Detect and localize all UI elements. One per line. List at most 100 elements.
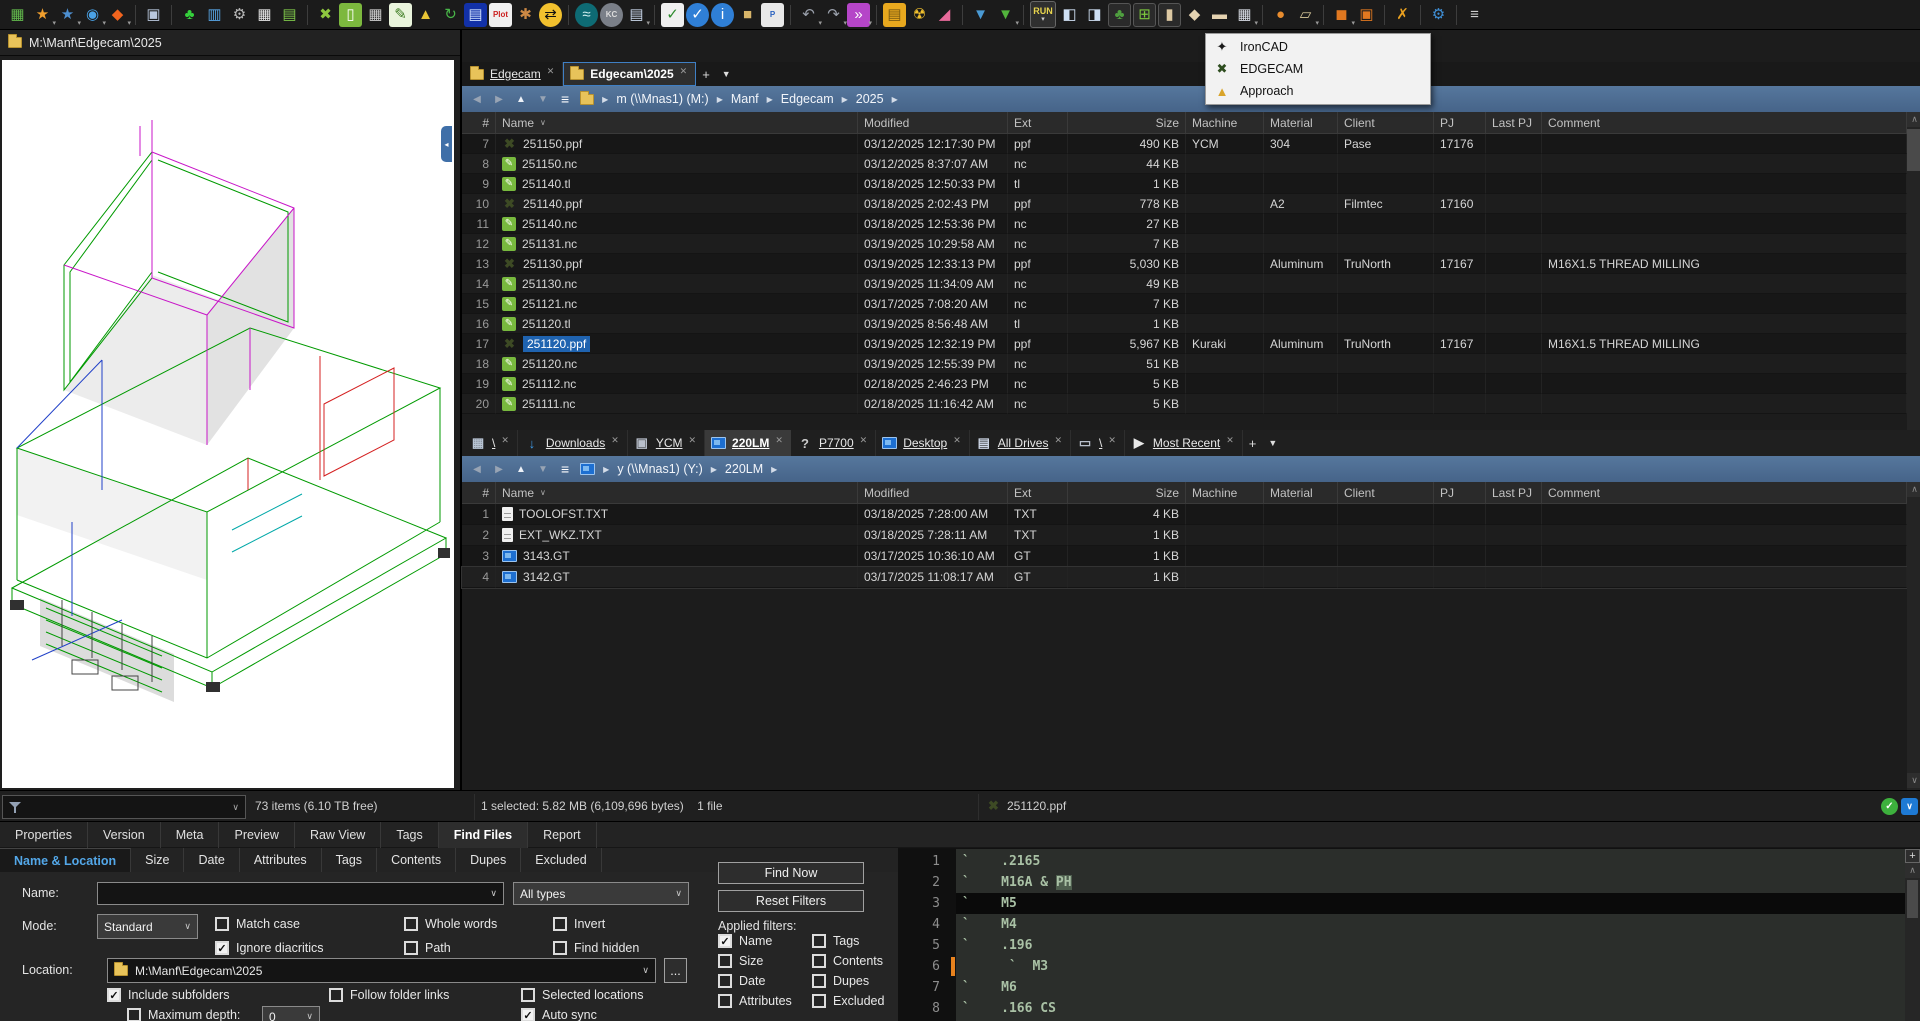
top-table-scrollbar[interactable]: ∧ [1907, 112, 1920, 430]
color-wheel-icon[interactable]: ● [1269, 3, 1292, 27]
filter-green-icon[interactable]: ▼ ▾ [994, 3, 1019, 27]
close-icon[interactable]: ✕ [680, 66, 688, 77]
tab-version[interactable]: Version [88, 821, 161, 848]
cad-wireframe-viewport[interactable]: ◂ [2, 60, 454, 788]
close-icon[interactable]: ✕ [611, 435, 619, 446]
subtab-excluded[interactable]: Excluded [521, 848, 602, 872]
list-settings-icon[interactable]: ▤ ▾ [625, 3, 650, 27]
find-now-button[interactable]: Find Now [718, 862, 864, 884]
nav-down-button[interactable]: ▼ [536, 464, 550, 475]
applied-filter-size-checkbox[interactable]: Size [718, 954, 763, 968]
wrench-icon[interactable]: ⚙ [1427, 3, 1450, 27]
bottom-table-scrollbar[interactable]: ∧ ∨ [1907, 482, 1920, 790]
follow-folder-links-checkbox[interactable]: Follow folder links [329, 988, 449, 1002]
column-header-pj[interactable]: PJ [1434, 112, 1486, 133]
selected-locations-checkbox[interactable]: Selected locations [521, 988, 643, 1002]
menu-icon[interactable]: ≡ [1463, 3, 1486, 27]
clipboard-image-icon[interactable]: ▤ [883, 2, 906, 27]
radiation-icon[interactable]: ☢ [908, 3, 931, 27]
menu-burger-icon[interactable]: ≡ [561, 461, 569, 477]
close-icon[interactable]: ✕ [1054, 435, 1062, 446]
panel-tab-220lm[interactable]: 220LM ✕ [705, 430, 791, 456]
kc-weight-icon[interactable]: KC [600, 2, 623, 27]
file-types-select[interactable]: All types ∨ [513, 882, 689, 905]
column-header-size[interactable]: Size [1068, 112, 1186, 133]
panel-tab--[interactable]: ▦ \ ✕ [464, 430, 518, 456]
path-checkbox[interactable]: Path [404, 941, 451, 955]
table-row[interactable]: 11 ✎ 251140.nc 03/18/2025 12:53:36 PM nc 27 K… [462, 214, 1907, 234]
breadcrumb-item[interactable]: 2025 [856, 92, 884, 106]
parking-doc-icon[interactable]: P [761, 2, 784, 27]
new-tab-button[interactable]: + [1243, 436, 1263, 451]
auto-sync-checkbox[interactable]: ✓ Auto sync [521, 1008, 597, 1021]
run-menu-item-approach[interactable]: ▲ Approach [1206, 80, 1430, 102]
close-icon[interactable]: ✕ [860, 435, 868, 446]
close-icon[interactable]: ✕ [501, 435, 509, 446]
palette-icon[interactable]: ✱ [514, 3, 537, 27]
run-button[interactable]: RUN ▾ [1030, 1, 1056, 28]
table-row[interactable]: 10 ✖ 251140.ppf 03/18/2025 2:02:43 PM ppf 778… [462, 194, 1907, 214]
table-row[interactable]: 12 ✎ 251131.nc 03/19/2025 10:29:58 AM nc 7 KB [462, 234, 1907, 254]
thermometer-panel-icon[interactable]: ▥ [203, 3, 226, 27]
tab-tags[interactable]: Tags [381, 821, 439, 848]
column-header-name[interactable]: Name ∨ [496, 482, 858, 503]
redo-icon[interactable]: ↷ ▾ [822, 3, 847, 27]
ignore-diacritics-checkbox[interactable]: ✓ Ignore diacritics [215, 941, 324, 955]
include-subfolders-checkbox[interactable]: ✓ Include subfolders [107, 988, 229, 1002]
panel-tab-desktop[interactable]: Desktop ✕ [876, 430, 970, 456]
tab-meta[interactable]: Meta [161, 821, 220, 848]
post-lamp-icon[interactable]: ▯ [339, 2, 362, 27]
table-row[interactable]: 8 ✎ 251150.nc 03/12/2025 8:37:07 AM nc 44 KB [462, 154, 1907, 174]
applied-filter-tags-checkbox[interactable]: Tags [812, 934, 859, 948]
table-row[interactable]: 15 ✎ 251121.nc 03/17/2025 7:08:20 AM nc 7 KB [462, 294, 1907, 314]
menu-burger-icon[interactable]: ≡ [561, 91, 569, 107]
table-row[interactable]: 14 ✎ 251130.nc 03/19/2025 11:34:09 AM nc 49 K… [462, 274, 1907, 294]
breadcrumb-item[interactable]: y (\\Mnas1) (Y:) [617, 462, 702, 476]
column-header-pj[interactable]: PJ [1434, 482, 1486, 503]
panel-tab-p7700[interactable]: ? P7700 ✕ [791, 430, 877, 456]
status-expand-icon[interactable]: ∨ [1901, 798, 1918, 815]
tab-preview[interactable]: Preview [219, 821, 295, 848]
subtab-tags[interactable]: Tags [322, 848, 378, 872]
table-row[interactable]: 1 TOOLOFST.TXT 03/18/2025 7:28:00 AM TXT 4 K… [462, 504, 1907, 525]
column-header-client[interactable]: Client [1338, 482, 1434, 503]
whole-words-checkbox[interactable]: Whole words [404, 917, 497, 931]
subtab-name-location[interactable]: Name & Location [0, 848, 132, 872]
nav-back-button[interactable]: ◀ [470, 94, 484, 105]
star-blue-icon[interactable]: ★ ▾ [56, 3, 81, 27]
panel-tab-ycm[interactable]: ▣ YCM ✕ [628, 430, 706, 456]
breadcrumb-item[interactable]: Manf [731, 92, 759, 106]
table-row[interactable]: 20 ✎ 251111.nc 02/18/2025 11:16:42 AM nc 5 KB [462, 394, 1907, 414]
table-row[interactable]: 16 ✎ 251120.tl 03/19/2025 8:56:48 AM tl 1 KB [462, 314, 1907, 334]
applied-filter-excluded-checkbox[interactable]: Excluded [812, 994, 884, 1008]
panel-tab-edgecam-2025[interactable]: Edgecam\2025 ✕ [563, 62, 697, 86]
nav-up-button[interactable]: ▲ [514, 94, 528, 105]
find-hidden-checkbox[interactable]: Find hidden [553, 941, 639, 955]
breadcrumb-item[interactable]: 220LM [725, 462, 763, 476]
table-row[interactable]: 19 ✎ 251112.nc 02/18/2025 2:46:23 PM nc 5 KB [462, 374, 1907, 394]
status-ok-icon[interactable]: ✓ [1881, 798, 1898, 815]
layout-left-icon[interactable]: ◧ [1058, 3, 1081, 27]
x-tools-icon[interactable]: ✗ [1391, 3, 1414, 27]
subtab-size[interactable]: Size [131, 848, 185, 872]
tab-properties[interactable]: Properties [0, 821, 88, 848]
column-header-material[interactable]: Material [1264, 482, 1338, 503]
subtab-contents[interactable]: Contents [377, 848, 457, 872]
table-row[interactable]: 3 3143.GT 03/17/2025 10:36:10 AM GT 1 KB [462, 546, 1907, 567]
tab-raw-view[interactable]: Raw View [295, 821, 382, 848]
edgecam-icon[interactable]: ✖ [314, 3, 337, 27]
location-input[interactable]: M:\Manf\Edgecam\2025 ∨ [107, 958, 656, 983]
scroll-up-icon[interactable]: ∧ [1905, 863, 1920, 878]
plot-icon[interactable]: Plot [489, 2, 512, 27]
calculator-icon[interactable]: ▦ [253, 3, 276, 27]
panel-tab-downloads[interactable]: ↓ Downloads ✕ [518, 430, 628, 456]
flame-icon[interactable]: ◆ ▾ [106, 3, 131, 27]
nav-down-button[interactable]: ▼ [536, 94, 550, 105]
edit-nc-icon[interactable]: ✎ [389, 2, 412, 27]
column-header-comment[interactable]: Comment [1542, 482, 1907, 503]
maximum-depth-checkbox[interactable]: Maximum depth: [127, 1008, 240, 1021]
close-icon[interactable]: ✕ [1108, 435, 1116, 446]
tab-list-dropdown[interactable]: ▼ [1262, 438, 1283, 448]
close-icon[interactable]: ✕ [547, 66, 555, 77]
twise-icon[interactable]: ≈ [575, 2, 598, 27]
